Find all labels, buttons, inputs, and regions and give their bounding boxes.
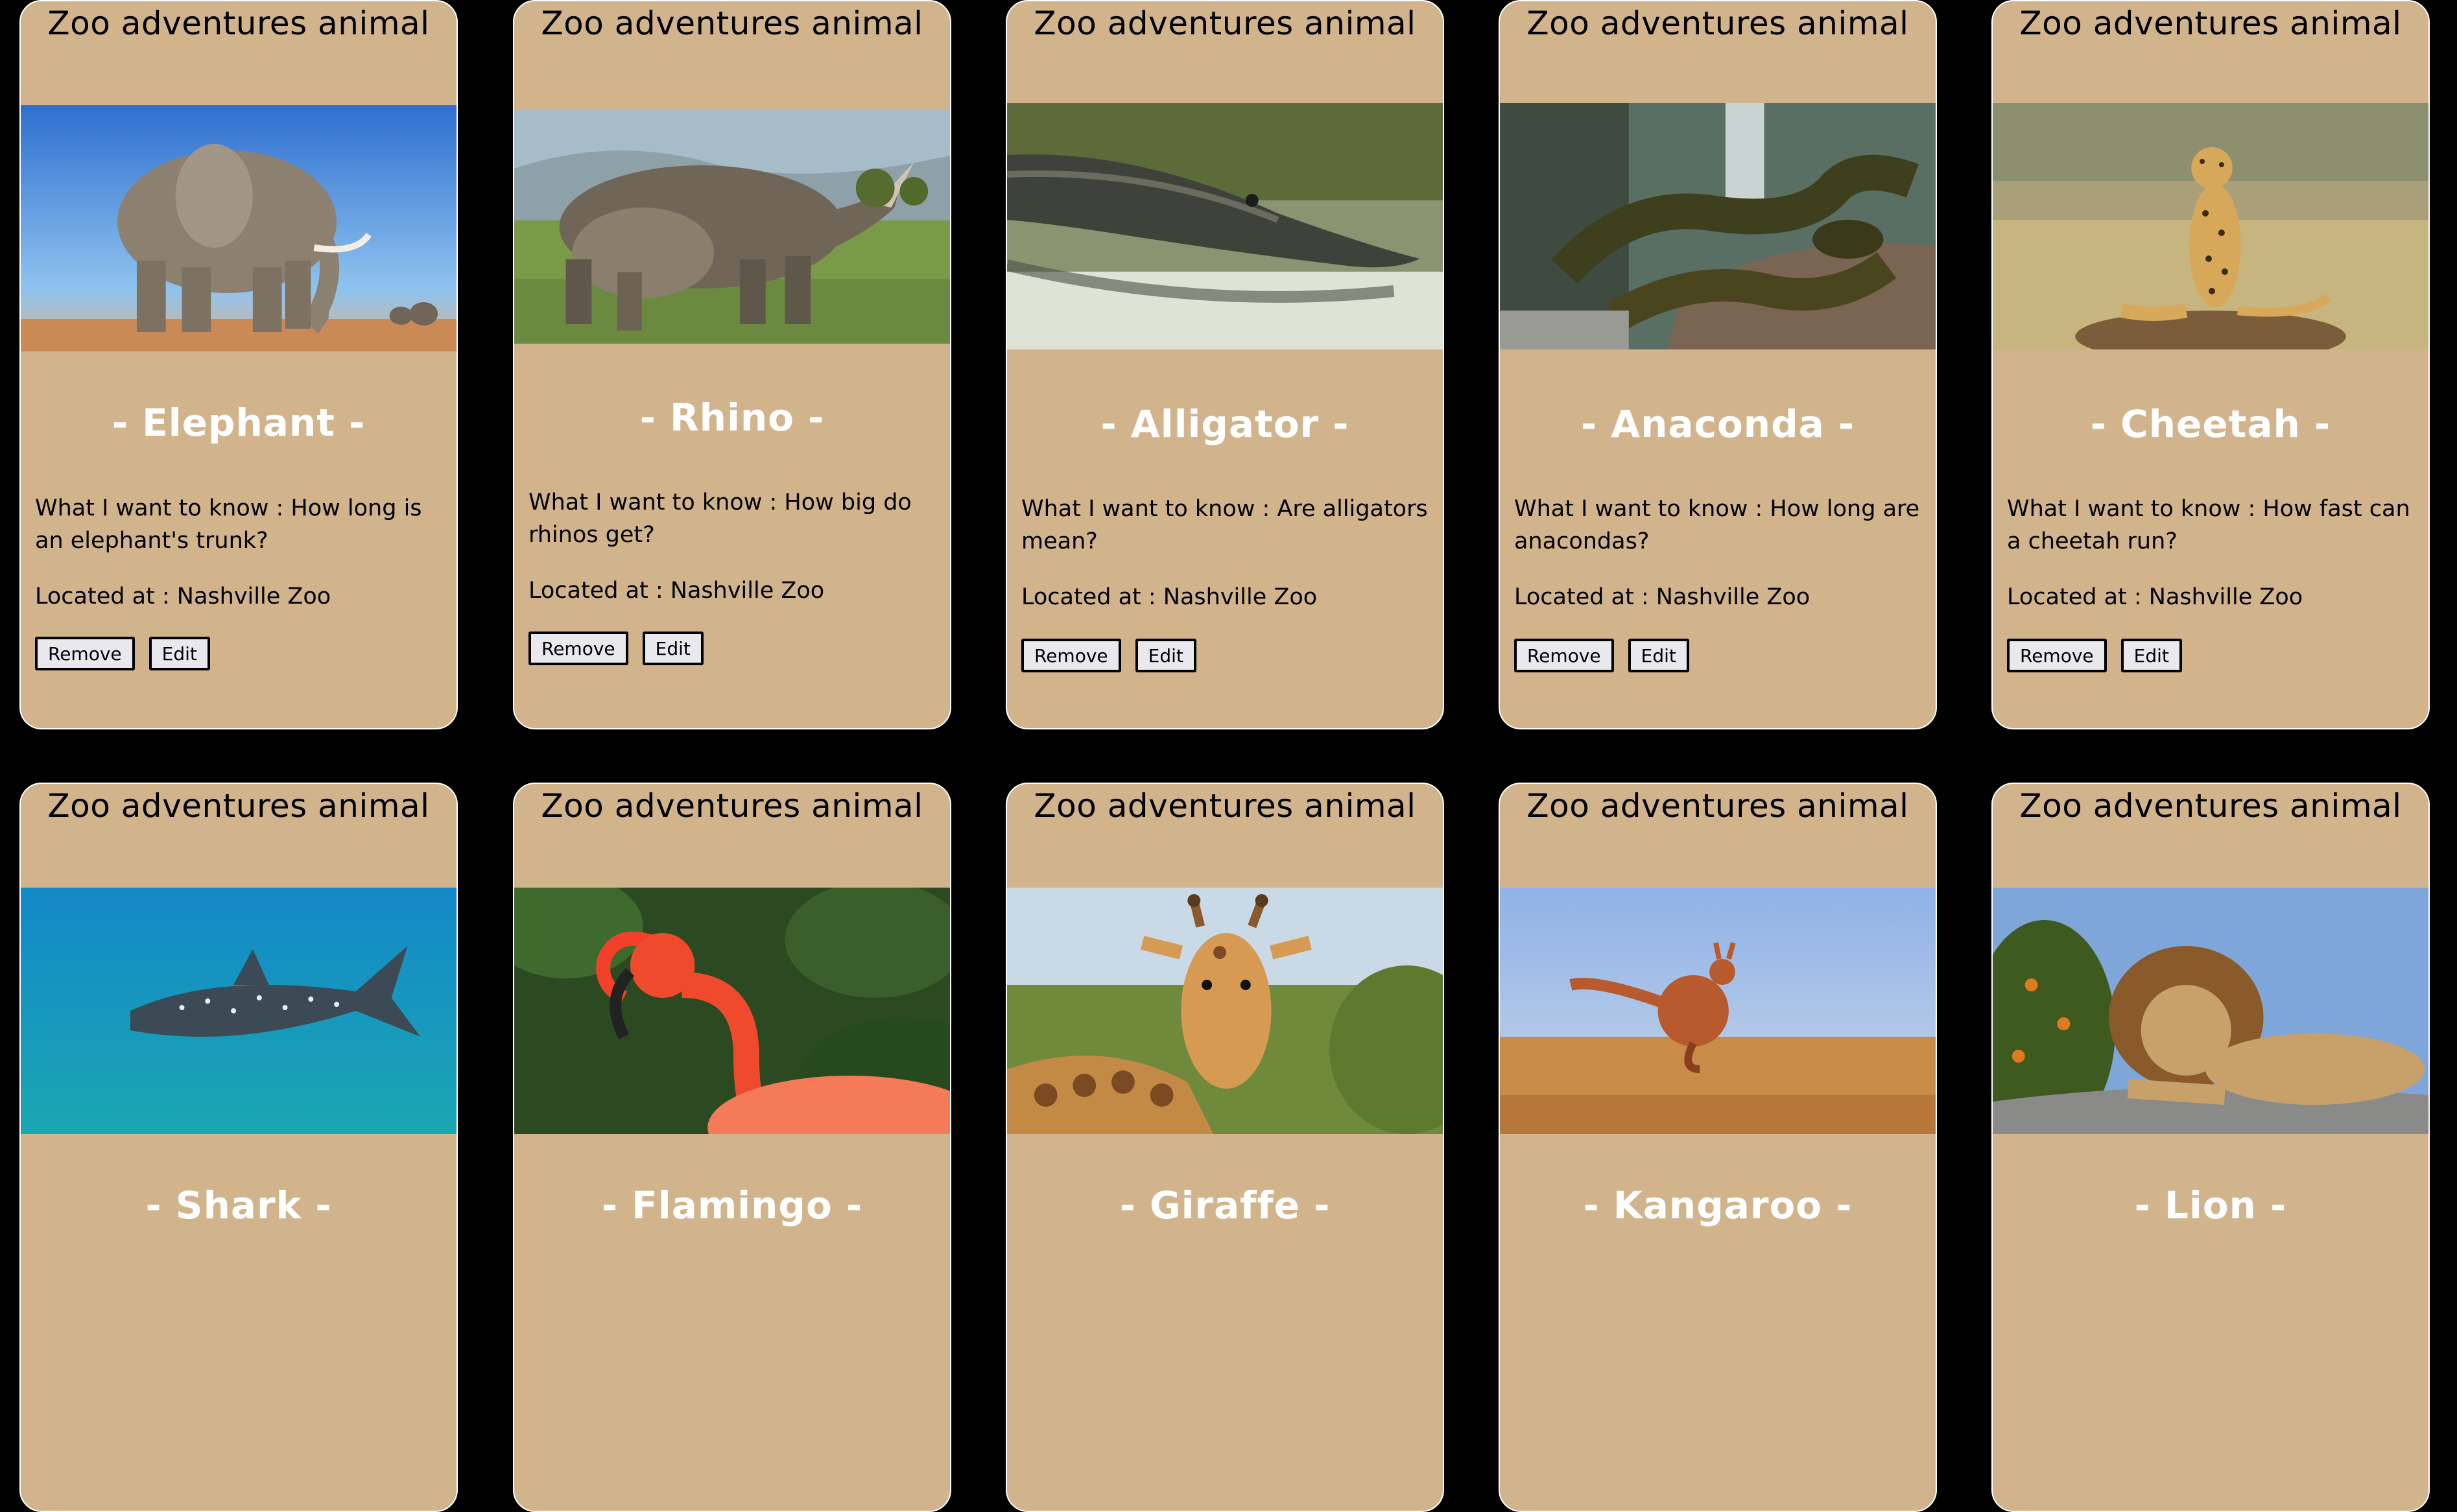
- question-text: What I want to know : Are alligators mea…: [1021, 496, 1428, 554]
- card-actions: Remove Edit: [35, 637, 210, 670]
- card-actions: Remove Edit: [528, 632, 704, 665]
- rhino-photo: [514, 110, 950, 344]
- animal-card-rhino: Zoo adventures animal - Rhino - What I w…: [513, 0, 951, 729]
- remove-button[interactable]: Remove: [1021, 639, 1121, 672]
- card-header: Zoo adventures animal: [2019, 5, 2402, 42]
- card-actions: Remove Edit: [1021, 639, 1196, 672]
- question-text: What I want to know : How long are anaco…: [1514, 496, 1920, 554]
- animal-name: - Elephant -: [112, 401, 366, 445]
- card-header: Zoo adventures animal: [1526, 787, 1909, 825]
- giraffe-photo: [1007, 888, 1443, 1134]
- kangaroo-photo: [1500, 888, 1936, 1134]
- shark-photo: [21, 888, 457, 1134]
- location-text: Located at : Nashville Zoo: [1514, 584, 1810, 610]
- edit-button[interactable]: Edit: [2120, 639, 2182, 672]
- animal-name: - Giraffe -: [1119, 1183, 1331, 1227]
- animal-name: - Rhino -: [639, 396, 825, 440]
- location-text: Located at : Nashville Zoo: [35, 584, 331, 609]
- card-actions: Remove Edit: [2007, 639, 2182, 672]
- anaconda-photo: [1500, 103, 1936, 349]
- animal-card-flamingo: Zoo adventures animal - Flamingo -: [513, 783, 951, 1512]
- flamingo-photo: [514, 888, 950, 1134]
- edit-button[interactable]: Edit: [1628, 639, 1689, 672]
- animal-name: - Anaconda -: [1580, 402, 1855, 446]
- cheetah-photo: [1993, 103, 2428, 349]
- remove-button[interactable]: Remove: [528, 632, 628, 665]
- question-text: What I want to know : How big do rhinos …: [528, 490, 912, 548]
- animal-name: - Flamingo -: [601, 1183, 863, 1227]
- animal-card-anaconda: Zoo adventures animal - Anaconda - What …: [1499, 0, 1937, 729]
- elephant-photo: [21, 105, 457, 351]
- animal-name: - Cheetah -: [2090, 402, 2331, 446]
- card-actions: Remove Edit: [1514, 639, 1689, 672]
- animal-card-kangaroo: Zoo adventures animal - Kangaroo -: [1499, 783, 1937, 1512]
- animal-card-alligator: Zoo adventures animal - Alligator - What…: [1006, 0, 1444, 729]
- lion-photo: [1993, 888, 2428, 1134]
- animal-card-shark: Zoo adventures animal - Shark -: [19, 783, 458, 1512]
- remove-button[interactable]: Remove: [1514, 639, 1614, 672]
- animal-name: - Shark -: [145, 1183, 332, 1227]
- animal-card-lion: Zoo adventures animal - Lion -: [1991, 783, 2430, 1512]
- card-header: Zoo adventures animal: [2019, 787, 2402, 825]
- animal-card-giraffe: Zoo adventures animal - Giraffe -: [1006, 783, 1444, 1512]
- card-header: Zoo adventures animal: [1526, 5, 1909, 42]
- question-text: What I want to know : How long is an ele…: [35, 495, 422, 554]
- card-header: Zoo adventures animal: [541, 787, 923, 825]
- card-header: Zoo adventures animal: [47, 5, 430, 42]
- remove-button[interactable]: Remove: [35, 637, 135, 670]
- animal-card-cheetah: Zoo adventures animal - Cheetah - What I…: [1991, 0, 2430, 729]
- animal-name: - Kangaroo -: [1583, 1183, 1853, 1227]
- animal-card-elephant: Zoo adventures animal - Elephant - What …: [19, 0, 458, 729]
- alligator-photo: [1007, 103, 1443, 349]
- card-header: Zoo adventures animal: [1034, 5, 1416, 42]
- edit-button[interactable]: Edit: [642, 632, 704, 665]
- location-text: Located at : Nashville Zoo: [1021, 584, 1318, 610]
- location-text: Located at : Nashville Zoo: [2007, 584, 2303, 610]
- edit-button[interactable]: Edit: [1135, 639, 1196, 672]
- remove-button[interactable]: Remove: [2007, 639, 2107, 672]
- question-text: What I want to know : How fast can a che…: [2007, 496, 2410, 554]
- card-header: Zoo adventures animal: [47, 787, 430, 825]
- card-header: Zoo adventures animal: [1034, 787, 1416, 825]
- card-header: Zoo adventures animal: [541, 5, 923, 42]
- animal-name: - Lion -: [2134, 1183, 2287, 1227]
- location-text: Located at : Nashville Zoo: [528, 578, 825, 604]
- animal-card-grid: Zoo adventures animal - Elephant - What …: [0, 0, 2457, 1512]
- edit-button[interactable]: Edit: [148, 637, 210, 670]
- animal-name: - Alligator -: [1100, 402, 1349, 446]
